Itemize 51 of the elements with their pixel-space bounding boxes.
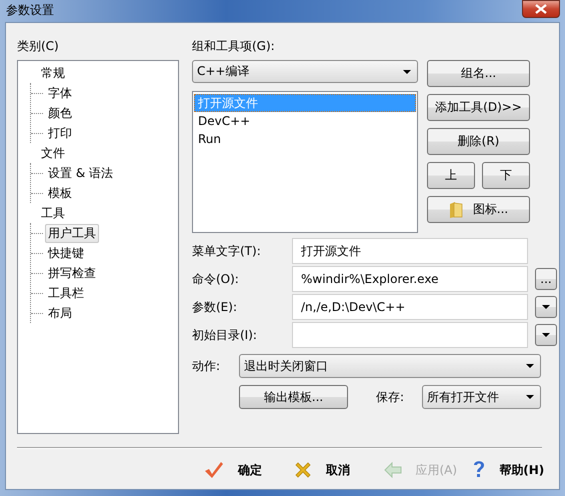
window-title: 参数设置 — [6, 2, 54, 19]
field-label: 命令(O): — [192, 271, 240, 287]
tree-item[interactable]: 工具 — [38, 204, 68, 222]
save-label: 保存: — [376, 389, 406, 405]
tools-label: 组和工具项(G): — [192, 38, 276, 54]
left-arrow-icon — [384, 462, 402, 478]
save-dropdown[interactable]: 所有打开文件 — [422, 385, 541, 409]
tree-item[interactable]: 打印 — [45, 124, 75, 142]
tree-item[interactable]: 设置 & 语法 — [45, 164, 116, 182]
checkmark-icon — [204, 461, 224, 479]
tree-item[interactable]: 颜色 — [45, 104, 75, 122]
move-up-button[interactable]: 上 — [427, 162, 475, 189]
tree-item[interactable]: 用户工具 — [45, 224, 99, 242]
tree-item[interactable]: 文件 — [38, 144, 68, 162]
tool-list-item[interactable]: DevC++ — [194, 112, 416, 130]
add-tool-button[interactable]: 添加工具(D)>> — [427, 94, 530, 121]
close-button[interactable] — [522, 0, 560, 18]
text-field[interactable] — [292, 322, 528, 348]
tree-item[interactable]: 模板 — [45, 184, 75, 202]
close-icon — [535, 4, 547, 14]
field-label: 菜单文字(T): — [192, 243, 262, 259]
field-label: 初始目录(I): — [192, 327, 258, 343]
tree-item[interactable]: 拼写检查 — [45, 264, 99, 282]
group-dropdown[interactable]: C++编译 — [192, 60, 418, 83]
browse-button[interactable]: ... — [535, 268, 557, 290]
dropdown-button[interactable] — [535, 324, 557, 346]
move-down-button[interactable]: 下 — [482, 162, 530, 189]
tree-item[interactable]: 布局 — [45, 304, 75, 322]
tool-list-item[interactable]: Run — [194, 130, 416, 148]
text-field[interactable]: 打开源文件 — [292, 238, 528, 264]
delete-button[interactable]: 删除(R) — [427, 128, 530, 155]
text-field[interactable]: /n,/e,D:\Dev\C++ — [292, 294, 528, 320]
category-label: 类别(C) — [17, 38, 60, 54]
tree-item[interactable]: 快捷键 — [45, 244, 87, 262]
tree-item[interactable]: 常规 — [38, 64, 68, 82]
folder-icon — [448, 200, 463, 218]
help-button[interactable]: 帮助(H) — [469, 458, 559, 482]
help-icon — [473, 460, 486, 480]
tree-item[interactable]: 字体 — [45, 84, 75, 102]
ok-button[interactable]: 确定 — [200, 458, 290, 482]
tree-item[interactable]: 工具栏 — [45, 284, 87, 302]
export-template-button[interactable]: 输出模板... — [239, 385, 348, 409]
cancel-button[interactable]: 取消 — [290, 458, 380, 482]
field-label: 参数(E): — [192, 299, 238, 315]
text-field[interactable]: %windir%\Explorer.exe — [292, 266, 528, 292]
icon-button[interactable]: 图标... — [427, 196, 530, 223]
group-name-button[interactable]: 组名... — [427, 60, 530, 87]
dropdown-button[interactable] — [535, 296, 557, 318]
action-label: 动作: — [192, 358, 222, 374]
cross-icon — [294, 461, 312, 479]
action-dropdown[interactable]: 退出时关闭窗口 — [239, 354, 541, 378]
